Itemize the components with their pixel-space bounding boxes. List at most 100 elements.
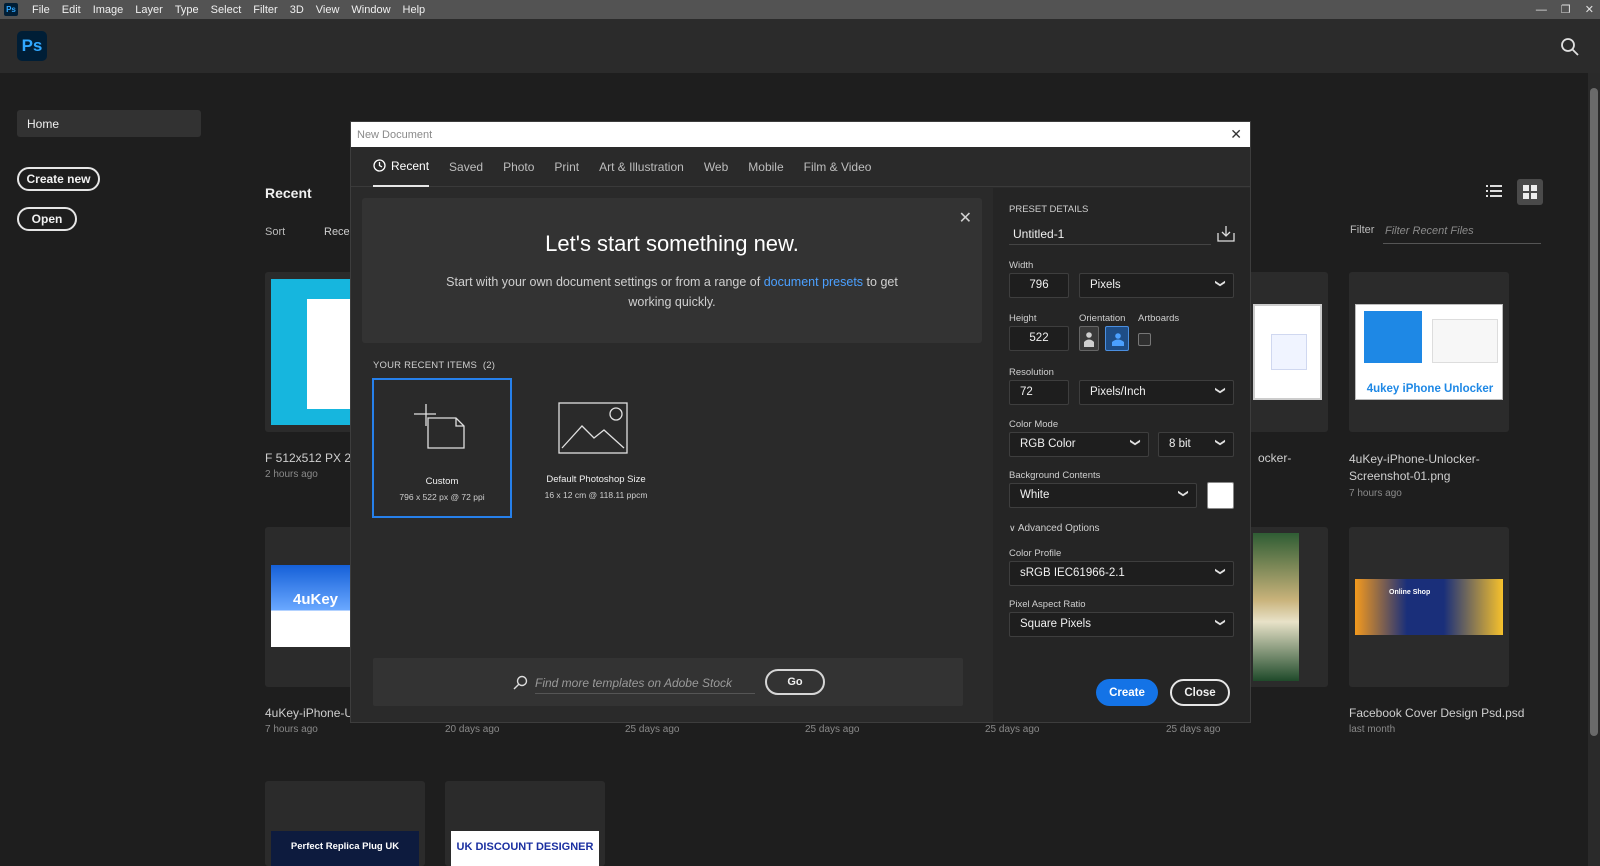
welcome-title: Let's start something new. [545, 231, 799, 256]
grid-view-button[interactable] [1517, 179, 1543, 205]
recent-item-default-size[interactable]: Default Photoshop Size 16 x 12 cm @ 118.… [531, 378, 661, 518]
list-view-icon[interactable] [1486, 184, 1502, 198]
save-preset-icon[interactable] [1217, 225, 1235, 242]
file-thumb[interactable]: 4ukey iPhone Unlocker [1349, 272, 1509, 432]
file-time: 7 hours ago [265, 724, 318, 735]
tab-photo[interactable]: Photo [503, 147, 534, 187]
app-header: Ps [0, 19, 1600, 73]
thumb-card [1271, 334, 1307, 370]
width-label: Width [1009, 260, 1034, 271]
file-name[interactable]: 4uKey-iPhone-Unl [265, 706, 362, 720]
tab-recent[interactable]: Recent [373, 147, 430, 187]
color-mode-select[interactable]: RGB Color ❯ [1009, 432, 1149, 457]
create-button[interactable]: Create [1096, 679, 1158, 706]
portrait-orientation-button[interactable] [1079, 326, 1099, 351]
tab-saved[interactable]: Saved [449, 147, 483, 187]
recent-items-label: YOUR RECENT ITEMS [373, 360, 478, 371]
thumb-image: 4ukey iPhone Unlocker [1355, 304, 1503, 400]
width-unit-select[interactable]: Pixels ❯ [1079, 273, 1234, 298]
dialog-close-icon[interactable]: ✕ [1230, 126, 1242, 143]
sort-label: Sort [265, 226, 286, 238]
menu-image[interactable]: Image [87, 4, 130, 16]
background-contents-select[interactable]: White ❯ [1009, 483, 1197, 508]
scrollbar-thumb[interactable] [1590, 88, 1598, 736]
recent-item-name: Default Photoshop Size [546, 474, 646, 485]
dialog-title: New Document [351, 122, 1250, 147]
chevron-down-icon: ∨ [1009, 523, 1016, 533]
color-mode-label: Color Mode [1009, 419, 1059, 430]
tab-print[interactable]: Print [554, 147, 579, 187]
stock-search-input[interactable] [535, 672, 755, 694]
banner-close-icon[interactable]: ✕ [959, 208, 972, 228]
artboards-checkbox[interactable] [1138, 333, 1151, 346]
advanced-options-toggle[interactable]: ∨ Advanced Options [1009, 523, 1100, 534]
thumb-panel [1364, 311, 1422, 363]
thumb-image [1253, 304, 1322, 400]
width-input[interactable]: 796 [1009, 273, 1069, 298]
document-name-field[interactable]: Untitled-1 [1009, 221, 1211, 245]
landscape-orientation-button[interactable] [1105, 326, 1129, 351]
thumb-caption: 4uKey [293, 591, 339, 608]
thumb-caption: UK DISCOUNT DESIGNER [456, 841, 594, 853]
create-new-button[interactable]: Create new [17, 167, 100, 191]
welcome-description: Start with your own document settings or… [442, 272, 902, 312]
width-unit-value: Pixels [1090, 279, 1121, 291]
color-profile-select[interactable]: sRGB IEC61966-2.1 ❯ [1009, 561, 1234, 586]
tab-web[interactable]: Web [704, 147, 728, 187]
filter-input[interactable]: Filter Recent Files [1383, 220, 1541, 244]
file-thumb[interactable]: Perfect Replica Plug UK [265, 781, 425, 866]
menu-file[interactable]: File [26, 4, 56, 16]
pixel-aspect-ratio-label: Pixel Aspect Ratio [1009, 599, 1086, 610]
go-button[interactable]: Go [765, 669, 825, 695]
close-button[interactable]: Close [1170, 679, 1230, 706]
file-name[interactable]: ocker- [1258, 451, 1291, 465]
nav-home[interactable]: Home [17, 110, 201, 137]
pixel-aspect-ratio-select[interactable]: Square Pixels ❯ [1009, 612, 1234, 637]
file-thumb[interactable]: Online Shop [1349, 527, 1509, 687]
chevron-down-icon: ❯ [1214, 618, 1226, 627]
file-time: 25 days ago [625, 724, 680, 735]
recent-item-custom[interactable]: Custom 796 x 522 px @ 72 ppi [372, 378, 512, 518]
clock-icon [373, 159, 386, 172]
color-mode-value: RGB Color [1020, 438, 1076, 450]
thumb-image [1253, 533, 1299, 681]
recent-item-name: Custom [425, 476, 459, 487]
height-input[interactable]: 522 [1009, 326, 1069, 351]
recent-item-dims: 796 x 522 px @ 72 ppi [399, 492, 485, 502]
recent-title: Recent [265, 185, 312, 201]
menu-type[interactable]: Type [169, 4, 205, 16]
tab-mobile[interactable]: Mobile [748, 147, 783, 187]
landscape-icon [1112, 333, 1124, 346]
resolution-input[interactable]: 72 [1009, 380, 1069, 405]
menu-edit[interactable]: Edit [56, 4, 87, 16]
file-name[interactable]: 4uKey-iPhone-Unlocker- Screenshot-01.png [1349, 451, 1480, 485]
recent-item-dims: 16 x 12 cm @ 118.11 ppcm [544, 490, 648, 500]
background-color-swatch[interactable] [1207, 482, 1234, 509]
open-button[interactable]: Open [17, 207, 77, 231]
menu-3d[interactable]: 3D [284, 4, 310, 16]
file-name[interactable]: Facebook Cover Design Psd.psd [1349, 706, 1524, 720]
resolution-unit-select[interactable]: Pixels/Inch ❯ [1079, 380, 1234, 405]
menu-window[interactable]: Window [345, 4, 396, 16]
menu-view[interactable]: View [310, 4, 346, 16]
resolution-unit-value: Pixels/Inch [1090, 386, 1146, 398]
artboards-label: Artboards [1138, 313, 1180, 324]
minimize-icon[interactable]: — [1536, 4, 1547, 16]
search-icon[interactable] [1560, 37, 1580, 57]
custom-document-icon [414, 404, 465, 449]
menu-help[interactable]: Help [397, 4, 432, 16]
recent-items-count: (2) [482, 360, 496, 371]
menu-select[interactable]: Select [205, 4, 248, 16]
close-icon[interactable]: ✕ [1585, 3, 1594, 16]
document-presets-link[interactable]: document presets [764, 275, 863, 289]
tab-film-video[interactable]: Film & Video [804, 147, 872, 187]
grid-view-icon [1523, 185, 1537, 199]
menu-filter[interactable]: Filter [247, 4, 283, 16]
preset-details-pane: PRESET DETAILS Untitled-1 Width 796 Pixe… [993, 188, 1250, 722]
tab-art-illustration[interactable]: Art & Illustration [599, 147, 684, 187]
file-thumb[interactable]: UK DISCOUNT DESIGNER [445, 781, 605, 866]
bit-depth-select[interactable]: 8 bit ❯ [1158, 432, 1234, 457]
restore-icon[interactable]: ❐ [1561, 3, 1571, 16]
welcome-desc-before: Start with your own document settings or… [446, 275, 761, 289]
menu-layer[interactable]: Layer [129, 4, 169, 16]
